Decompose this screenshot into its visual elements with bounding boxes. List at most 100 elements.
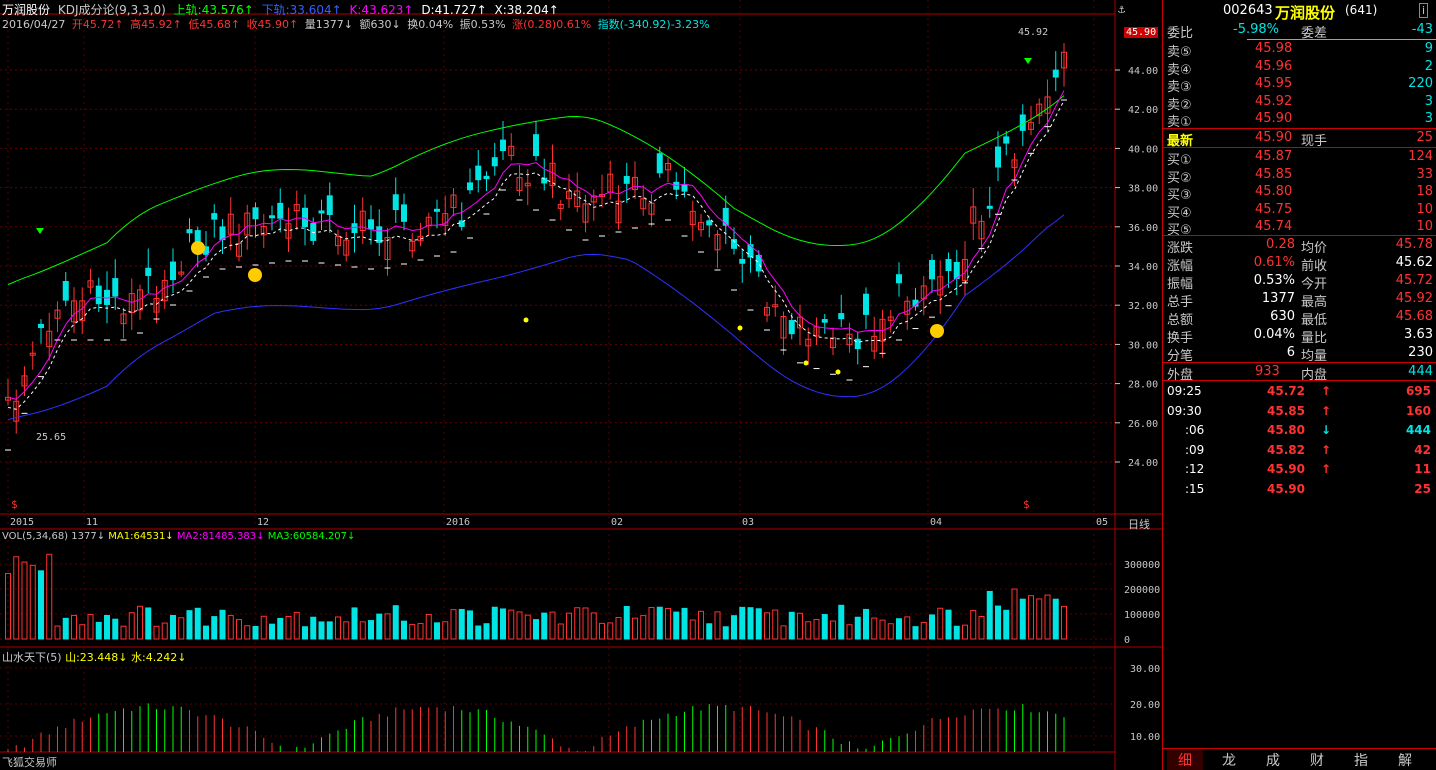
bid-row[interactable]: 买④ 45.75 10: [1163, 201, 1436, 221]
vol-title[interactable]: VOL(5,34,68): [2, 531, 68, 542]
tick-row[interactable]: 09:30 45.85 ↑ 160: [1163, 402, 1436, 422]
volume-bar: [500, 608, 506, 640]
stock-count: (641): [1345, 3, 1378, 17]
candle-body: [318, 210, 325, 214]
volume-bar: [401, 620, 407, 640]
volume-bar: [896, 618, 902, 640]
info-icon[interactable]: i: [1419, 3, 1429, 18]
candle-body: [1003, 136, 1010, 144]
bid-row[interactable]: 买③ 45.80 18: [1163, 183, 1436, 203]
candle-body: [302, 207, 308, 228]
tab-1[interactable]: 龙: [1211, 750, 1247, 770]
bid-row[interactable]: 买① 45.87 124: [1163, 148, 1436, 168]
bid-row[interactable]: 买② 45.85 33: [1163, 166, 1436, 186]
ask-row[interactable]: 卖⑤ 45.98 9: [1163, 40, 1436, 60]
price-axis-label: 30.00: [1128, 340, 1158, 351]
volume-bar: [689, 619, 696, 640]
bid-price: 45.80: [1255, 184, 1293, 200]
tick-row[interactable]: :12 45.90 ↑ 11: [1163, 460, 1436, 480]
volume-bar: [211, 616, 218, 640]
cur-value: 25: [1416, 130, 1433, 145]
volume-bar: [458, 608, 465, 640]
volume-bar: [986, 590, 993, 640]
x-value: X:38.204↑: [494, 3, 559, 17]
stock-name: 万润股份: [2, 3, 51, 17]
indicator-name[interactable]: KDJ成分论(9,3,3,0): [58, 3, 166, 17]
tab-4[interactable]: 指: [1343, 750, 1379, 770]
index-change: 指数(-340.92)-3.23%: [597, 18, 710, 31]
tick-row[interactable]: :06 45.80 ↓ 444: [1163, 421, 1436, 441]
tick-row[interactable]: :09 45.82 ↑ 42: [1163, 441, 1436, 461]
ask-price: 45.92: [1255, 93, 1293, 109]
candle-body: [310, 223, 317, 241]
ask-price: 45.96: [1255, 58, 1293, 74]
vol-ma1: MA1:64531↓: [108, 531, 174, 542]
candle-body: [376, 226, 383, 243]
volume-bar: [854, 616, 861, 640]
bid-row[interactable]: 买⑤ 45.74 10: [1163, 218, 1436, 238]
price-badge: 45.90: [1124, 27, 1159, 38]
candle-body: [475, 165, 482, 181]
tab-0[interactable]: 细: [1167, 750, 1203, 770]
tick-direction-icon: ↑: [1321, 384, 1332, 398]
ask-row[interactable]: 卖② 45.92 3: [1163, 93, 1436, 113]
period-label[interactable]: 日线: [1128, 516, 1150, 532]
volume-bar: [203, 625, 209, 640]
tab-2[interactable]: 成: [1255, 750, 1291, 770]
candle-body: [863, 293, 869, 315]
candle-body: [623, 175, 630, 184]
bar-amplitude: 振0.53%: [459, 18, 506, 31]
candle-body: [252, 207, 259, 220]
date-axis-label: 11: [86, 517, 98, 528]
ask-row[interactable]: 卖① 45.90 3: [1163, 110, 1436, 130]
bar-close: 收45.90↑: [246, 18, 299, 31]
tab-3[interactable]: 财: [1299, 750, 1335, 770]
volume-axis-label: 300000: [1124, 560, 1160, 571]
candle-body: [854, 338, 861, 350]
stat-row: 总额 630 最低 45.68: [1163, 308, 1436, 328]
sub-axis-label: 10.00: [1130, 732, 1160, 743]
candle-body: [491, 157, 498, 167]
bar-open: 开45.72↑: [71, 18, 124, 31]
volume-bar: [615, 617, 622, 640]
stat-value: 45.68: [1395, 309, 1433, 324]
candle-body: [104, 289, 110, 305]
volume-bar: [417, 622, 424, 640]
volume-bar: [995, 605, 1001, 640]
ask-row[interactable]: 卖③ 45.95 220: [1163, 75, 1436, 95]
candle-body: [739, 258, 746, 264]
tick-volume: 42: [1414, 442, 1431, 457]
volume-bar: [359, 621, 366, 640]
ask-row[interactable]: 卖④ 45.96 2: [1163, 58, 1436, 78]
volume-bar: [673, 611, 680, 640]
candle-body: [995, 146, 1001, 168]
volume-bar: [516, 611, 523, 640]
stat-value: 0.28: [1266, 237, 1295, 252]
stat-row: 涨幅 0.61% 前收 45.62: [1163, 254, 1436, 274]
candle-body: [656, 153, 663, 174]
volume-bar: [681, 607, 688, 640]
anchor-icon[interactable]: ⚓: [1118, 2, 1125, 16]
tick-time: :06: [1185, 423, 1205, 437]
candle-body: [483, 175, 490, 180]
stat-value: 45.92: [1395, 291, 1433, 306]
bid-volume: 10: [1416, 201, 1433, 217]
outer-value: 933: [1255, 364, 1280, 379]
stock-code: 002643: [1223, 3, 1273, 18]
tick-row[interactable]: 09:25 45.72 ↑ 695: [1163, 382, 1436, 402]
stat-value: 0.53%: [1253, 273, 1295, 288]
bar-change: 涨(0.28)0.61%: [512, 18, 592, 31]
sub-title[interactable]: 山水天下(5): [2, 651, 62, 664]
volume-bar: [277, 617, 284, 640]
bar-volume: 量1377↓: [304, 18, 353, 31]
volume-bar: [120, 625, 127, 640]
candle-body: [747, 244, 754, 258]
tick-price: 45.85: [1267, 403, 1305, 418]
buy-dot-icon: [803, 360, 809, 366]
tick-row[interactable]: :15 45.90 25: [1163, 480, 1436, 500]
volume-bar: [326, 621, 333, 640]
candle-body: [533, 134, 539, 157]
smiley-icon: [191, 241, 205, 255]
tick-direction-icon: ↑: [1321, 442, 1332, 457]
tab-5[interactable]: 解: [1387, 750, 1423, 770]
